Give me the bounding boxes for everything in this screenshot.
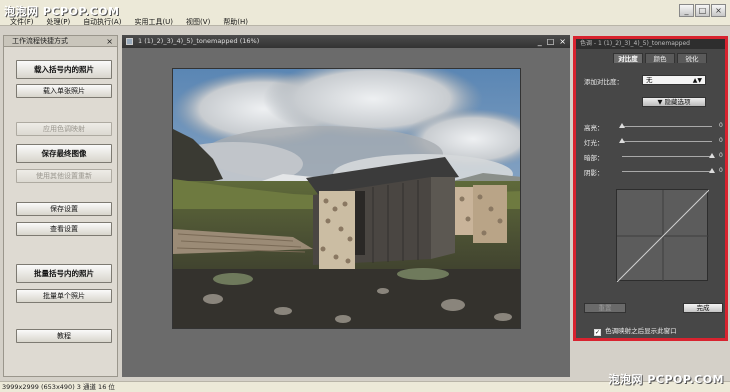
slider-label-shadows: 阴影： — [584, 169, 604, 177]
slider-label-darks: 暗部： — [584, 154, 604, 162]
slider-lights[interactable] — [619, 138, 712, 143]
tutorial-button[interactable]: 教程 — [16, 329, 112, 343]
add-contrast-value: 无 — [646, 76, 653, 84]
minimize-button[interactable]: _ — [679, 4, 694, 17]
menu-bar: 泡泡网 PCPOP.COM 文件(F) 处理(P) 自动执行(A) 实用工具(U… — [0, 0, 730, 26]
slider-darks[interactable] — [622, 153, 715, 158]
dropdown-arrow-icon: ▲▼ — [692, 77, 702, 84]
checkbox-checked-icon[interactable]: ✓ — [594, 329, 601, 336]
save-settings-button[interactable]: 保存设置 — [16, 202, 112, 216]
slider-highlights[interactable] — [619, 123, 712, 128]
add-contrast-label: 添加对比度： — [584, 78, 623, 86]
redo-with-other-settings-button[interactable]: 使用其他设置重新 — [16, 169, 112, 183]
load-bracketed-photos-button[interactable]: 载入括号内的照片 — [16, 60, 112, 79]
menu-utilities[interactable]: 实用工具(U) — [134, 17, 173, 27]
view-settings-button[interactable]: 查看设置 — [16, 222, 112, 236]
add-contrast-select[interactable]: 无 ▲▼ — [642, 75, 706, 85]
hide-options-button[interactable]: ▼ 隐藏选项 — [642, 97, 706, 107]
batch-bracketed-photos-button[interactable]: 批量括号内的照片 — [16, 264, 112, 283]
tone-curve-graph — [616, 189, 710, 283]
document-controls: _ □ × — [538, 35, 566, 48]
workflow-shortcuts-panel: 工作流程快捷方式 × 载入括号内的照片 载入单张照片 应用色调映射 保存最终图像… — [3, 35, 118, 377]
slider-thumb-icon[interactable] — [619, 138, 625, 143]
tab-contrast[interactable]: 对比度 — [613, 53, 643, 63]
document-titlebar: 1 (1)_2)_3)_4)_5)_tonemapped (16%) _ □ × — [122, 35, 570, 48]
batch-single-photos-button[interactable]: 批量单个照片 — [16, 289, 112, 303]
tonemapped-photo — [172, 68, 521, 329]
menu-help[interactable]: 帮助(H) — [223, 17, 248, 27]
menu-file[interactable]: 文件(F) — [10, 17, 34, 27]
slider-label-lights: 灯光： — [584, 139, 604, 147]
done-button[interactable]: 完成 — [683, 303, 723, 313]
document-title: 1 (1)_2)_3)_4)_5)_tonemapped (16%) — [138, 37, 260, 45]
slider-shadows[interactable] — [622, 168, 715, 173]
slider-thumb-icon[interactable] — [619, 123, 625, 128]
menu-view[interactable]: 视图(V) — [186, 17, 210, 27]
reset-button[interactable]: 重置 — [584, 303, 626, 313]
workflow-panel-title: 工作流程快捷方式 — [12, 37, 68, 45]
watermark-bottom: 泡泡网 PCPOP.COM — [608, 373, 724, 386]
document-restore-button[interactable]: □ — [547, 35, 555, 48]
menu-process[interactable]: 处理(P) — [47, 17, 71, 27]
window-controls: _ □ × — [679, 4, 726, 17]
document-window: 1 (1)_2)_3)_4)_5)_tonemapped (16%) _ □ × — [122, 35, 570, 377]
menu-items: 文件(F) 处理(P) 自动执行(A) 实用工具(U) 视图(V) 帮助(H) — [10, 17, 248, 27]
tone-curve[interactable] — [616, 189, 710, 283]
workflow-panel-header: 工作流程快捷方式 × — [4, 36, 117, 47]
slider-value-shadows: 0 — [719, 167, 723, 174]
close-button[interactable]: × — [711, 4, 726, 17]
slider-value-highlights: 0 — [719, 122, 723, 129]
maximize-button[interactable]: □ — [695, 4, 710, 17]
tone-panel-title: 色调 - 1 (1)_2)_3)_4)_5)_tonemapped — [576, 39, 725, 49]
menu-automate[interactable]: 自动执行(A) — [83, 17, 121, 27]
apply-tone-mapping-button[interactable]: 应用色调映射 — [16, 122, 112, 136]
tone-tabs: 对比度 颜色 锐化 — [613, 53, 709, 63]
tab-sharpen[interactable]: 锐化 — [677, 53, 707, 63]
slider-thumb-icon[interactable] — [709, 153, 715, 158]
close-icon[interactable]: × — [106, 36, 113, 47]
show-after-tonemap-label: 色调映射之后显示此窗口 — [605, 327, 677, 335]
load-single-photo-button[interactable]: 载入单张照片 — [16, 84, 112, 98]
image-icon — [126, 38, 133, 45]
image-info-status: 3999x2999 (653x490) 3 通道 16 位 — [2, 383, 115, 391]
tab-color[interactable]: 颜色 — [645, 53, 675, 63]
slider-thumb-icon[interactable] — [709, 168, 715, 173]
photo-canvas — [173, 69, 520, 328]
show-after-tonemap-checkbox[interactable]: ✓ 色调映射之后显示此窗口 — [594, 325, 677, 336]
slider-value-lights: 0 — [719, 137, 723, 144]
slider-label-highlights: 高亮： — [584, 124, 604, 132]
document-minimize-button[interactable]: _ — [538, 35, 542, 48]
save-final-image-button[interactable]: 保存最终图像 — [16, 144, 112, 163]
document-close-button[interactable]: × — [559, 35, 566, 48]
slider-value-darks: 0 — [719, 152, 723, 159]
tone-panel: 色调 - 1 (1)_2)_3)_4)_5)_tonemapped 对比度 颜色… — [573, 36, 728, 341]
